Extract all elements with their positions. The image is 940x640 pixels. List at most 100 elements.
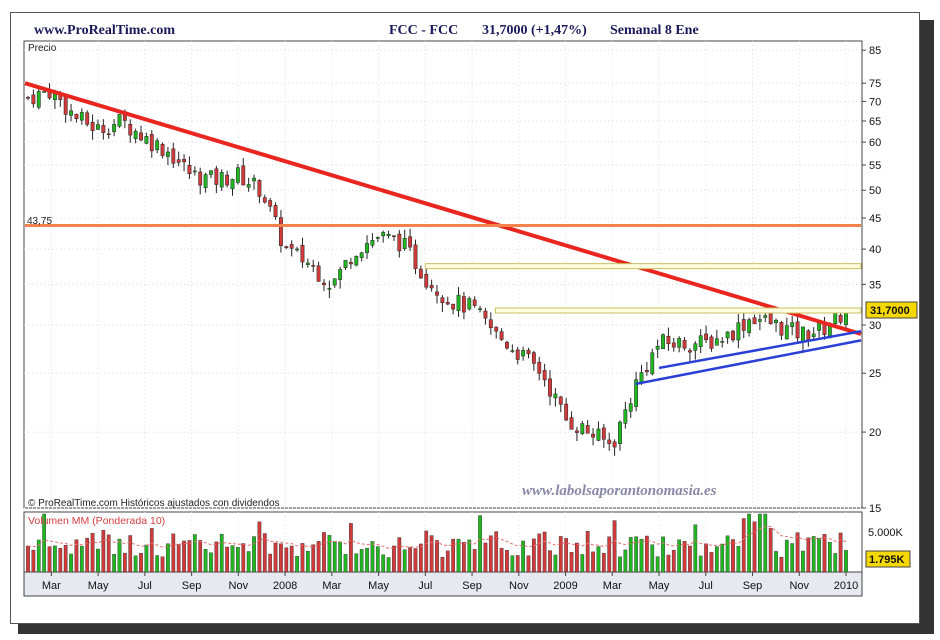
y-tick-label: 65 — [869, 116, 881, 128]
candle-body — [63, 96, 68, 115]
volume-bar — [192, 534, 197, 573]
volume-bar — [392, 545, 396, 573]
volume-bar — [790, 543, 795, 573]
volume-bar — [187, 540, 192, 573]
candle-body — [338, 269, 343, 280]
candle-body — [435, 291, 439, 296]
volume-bar — [214, 541, 219, 573]
volume-bar — [704, 543, 708, 573]
candle-body — [483, 310, 488, 319]
volume-bar — [397, 537, 402, 573]
volume-bar — [488, 535, 493, 573]
volume-bar — [483, 542, 488, 573]
x-tick-label: Sep — [182, 580, 202, 592]
volume-title: Volumen MM (Ponderada 10) — [28, 515, 165, 527]
x-tick-label: Sep — [743, 580, 763, 592]
volume-bar — [537, 533, 542, 573]
volume-bar — [532, 538, 536, 573]
candle-body — [402, 237, 407, 249]
volume-bar — [510, 555, 515, 573]
volume-bar — [698, 555, 703, 573]
candle-body — [688, 350, 692, 353]
y-tick-label: 35 — [869, 279, 881, 291]
volume-bar — [182, 540, 186, 573]
horizontal-level-level_2 — [494, 307, 862, 314]
candle-body — [596, 428, 601, 441]
volume-bar — [548, 550, 552, 573]
candle-body — [225, 174, 230, 186]
candle-body — [601, 427, 606, 440]
candle-body — [327, 288, 332, 290]
volume-bar — [289, 545, 294, 573]
candle-body — [838, 315, 843, 323]
volume-bar — [418, 543, 423, 573]
volume-bar — [279, 543, 283, 573]
candle-body — [26, 96, 30, 99]
volume-bar — [758, 513, 762, 573]
volume-bar — [682, 541, 687, 573]
x-tick-label: Mar — [322, 580, 341, 592]
volume-bar — [838, 532, 843, 573]
candle-body — [295, 248, 299, 251]
x-tick-label: May — [649, 580, 670, 592]
volume-bar — [833, 553, 838, 573]
volume-bar — [795, 532, 800, 573]
price-panel — [23, 40, 863, 509]
candle-body — [133, 130, 138, 139]
volume-bar — [63, 545, 68, 573]
volume-bar — [69, 553, 73, 573]
volume-bar — [252, 536, 256, 573]
candle-body — [365, 243, 369, 253]
candle-body — [709, 336, 714, 349]
candle-body — [768, 311, 773, 325]
volume-bar — [725, 535, 730, 573]
candle-body — [316, 265, 321, 282]
volume-bar — [47, 546, 52, 573]
candle-body — [790, 322, 795, 327]
y-tick-label: 25 — [869, 368, 881, 380]
volume-bar — [375, 546, 380, 573]
volume-bar — [714, 546, 719, 573]
candle-body — [741, 319, 746, 331]
volume-bar — [117, 538, 122, 573]
candle-body — [505, 341, 509, 349]
candle-body — [537, 361, 542, 374]
candle-body — [693, 343, 698, 351]
volume-bar — [149, 528, 154, 573]
volume-bar — [246, 551, 251, 573]
candle-body — [36, 91, 41, 108]
volume-bar — [322, 532, 326, 573]
volume-bar — [467, 539, 472, 573]
volume-bar — [827, 542, 832, 573]
volume-bar — [462, 542, 466, 573]
candle-body — [585, 425, 590, 434]
candle-body — [413, 244, 418, 269]
volume-bar — [230, 545, 235, 573]
candle-body — [795, 321, 800, 339]
candle-body — [214, 168, 219, 185]
candle-body — [257, 180, 262, 197]
candle-body — [569, 417, 574, 430]
volume-bar — [639, 538, 644, 573]
candle-body — [31, 94, 36, 105]
candle-body — [375, 237, 380, 239]
candle-body — [451, 303, 456, 310]
volume-bar — [596, 546, 601, 573]
candle-body — [784, 325, 789, 340]
candle-body — [467, 298, 472, 310]
candle-body — [289, 244, 294, 249]
candle-body — [531, 352, 536, 364]
volume-bar — [209, 552, 213, 573]
candle-body — [139, 132, 143, 141]
volume-bar — [768, 528, 773, 573]
candle-body — [112, 124, 117, 133]
candle-body — [69, 110, 73, 116]
volume-bar — [236, 547, 240, 573]
candle-body — [833, 311, 838, 325]
volume-bar — [558, 536, 563, 573]
y-tick-label: 45 — [869, 213, 881, 225]
x-tick-label: 2010 — [834, 580, 858, 592]
volume-bar — [822, 534, 827, 573]
y-tick-label: 75 — [869, 78, 881, 90]
volume-bar — [709, 552, 714, 573]
